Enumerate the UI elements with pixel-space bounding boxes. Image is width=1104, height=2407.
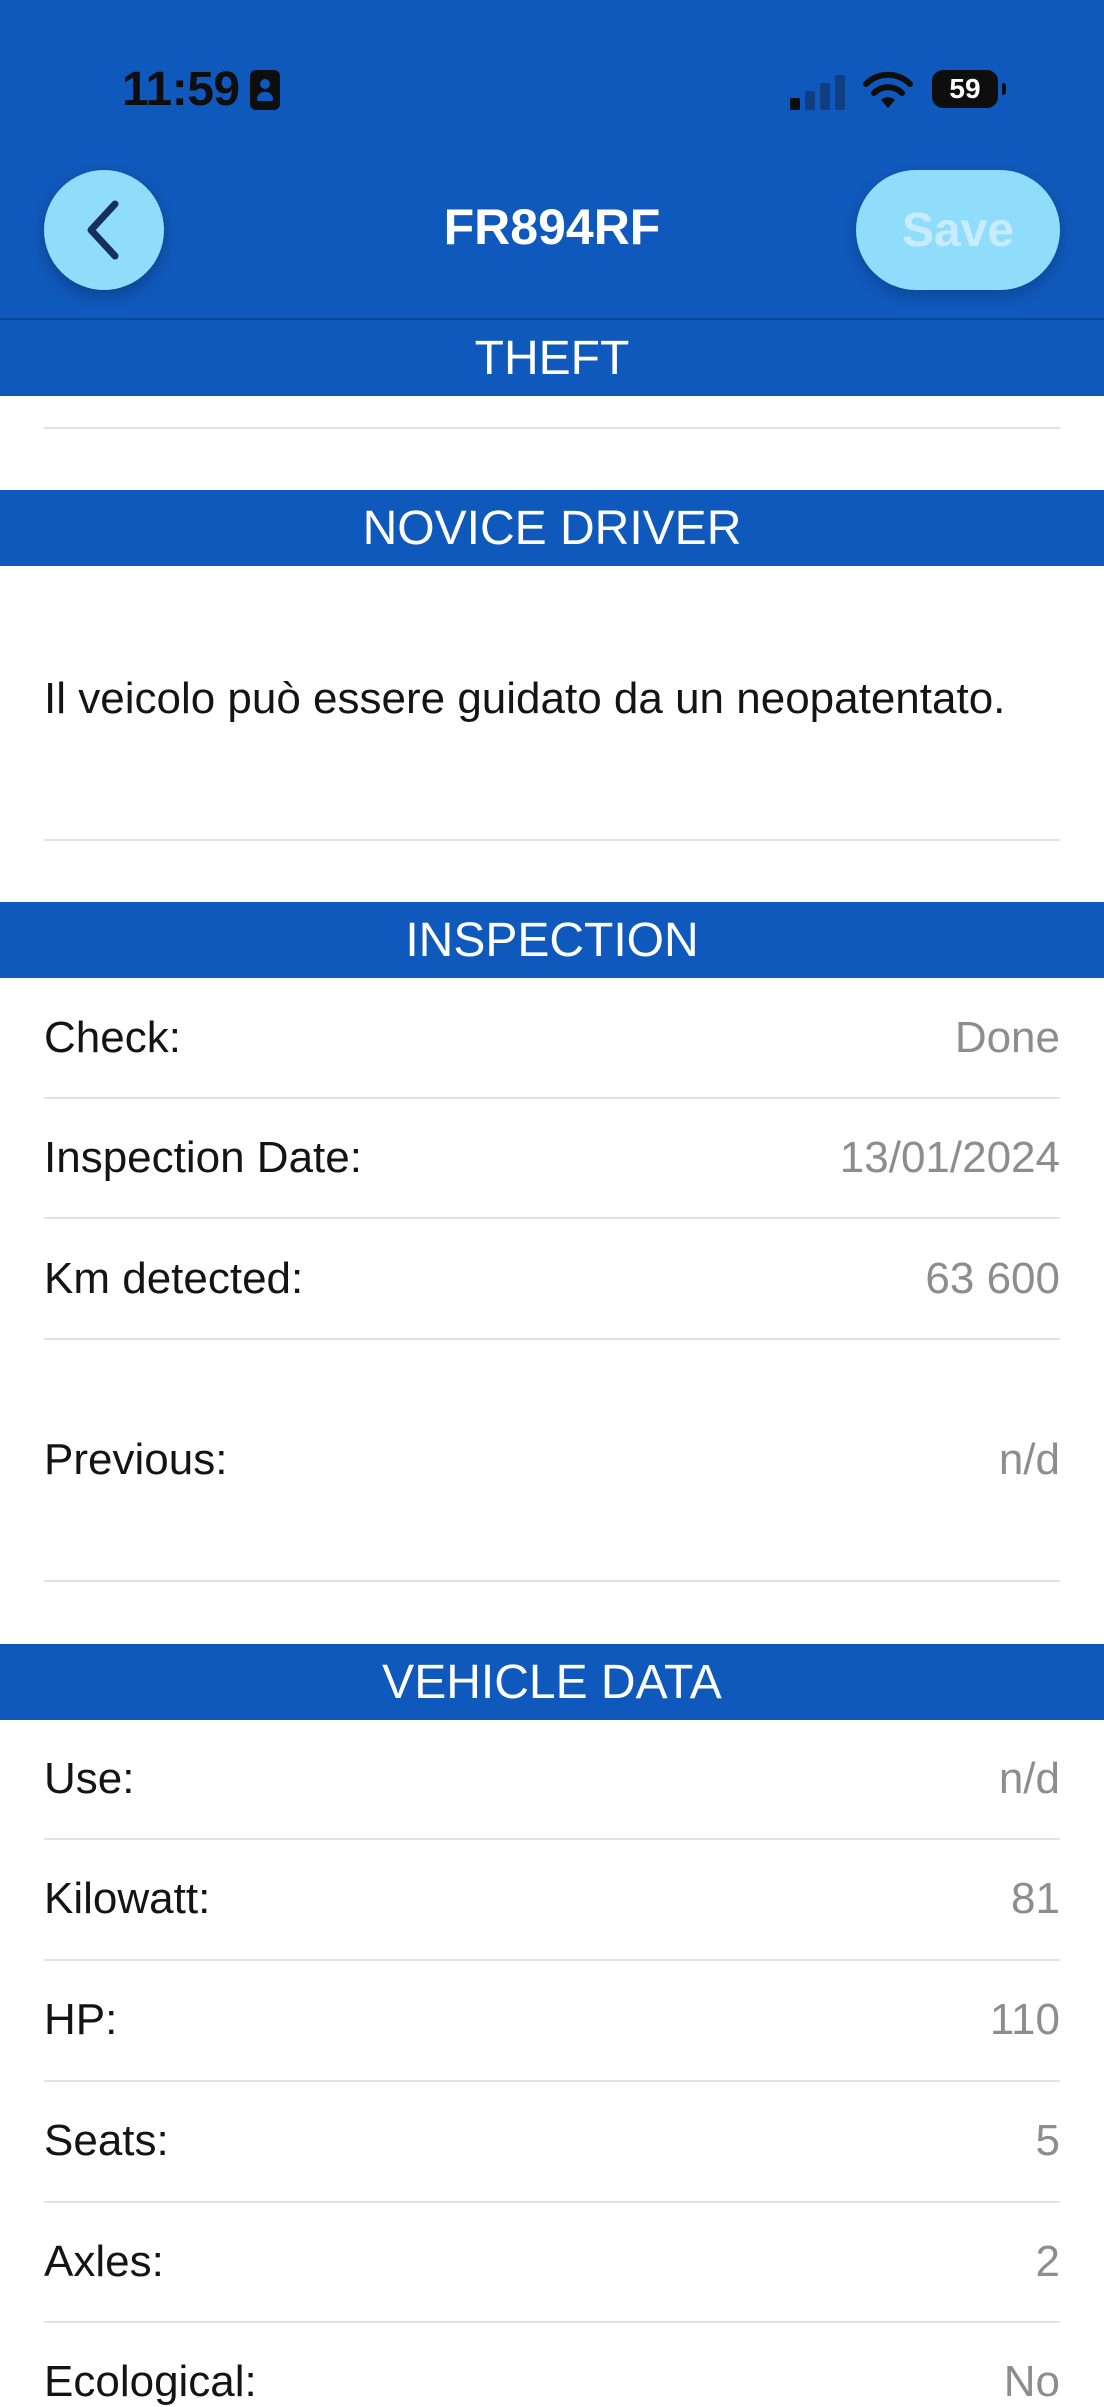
- hp-value: 110: [989, 1995, 1060, 2044]
- divider: [44, 427, 1060, 429]
- inspection-date-value: 13/01/2024: [839, 1133, 1060, 1182]
- divider: [44, 1838, 1060, 1840]
- seats-value: 5: [1035, 2116, 1060, 2165]
- seats-label: Seats:: [44, 2116, 169, 2165]
- use-value: n/d: [998, 1754, 1060, 1803]
- divider: [44, 1097, 1060, 1099]
- section-header-theft: THEFT: [0, 320, 1104, 396]
- check-value: Done: [954, 1013, 1060, 1062]
- cellular-signal-icon: [790, 74, 846, 110]
- divider: [44, 2201, 1060, 2203]
- kilowatt-label: Kilowatt:: [44, 1874, 211, 1923]
- kilowatt-value: 81: [1011, 1874, 1060, 1923]
- divider: [44, 2321, 1060, 2323]
- divider: [44, 1338, 1060, 1340]
- inspection-date-label: Inspection Date:: [44, 1133, 362, 1182]
- status-time: 11:59: [122, 63, 240, 116]
- previous-value: n/d: [998, 1435, 1060, 1484]
- section-header-novice-driver: NOVICE DRIVER: [0, 490, 1104, 566]
- divider: [44, 1580, 1060, 1582]
- save-button[interactable]: Save: [856, 170, 1060, 290]
- id-badge-icon: [250, 70, 280, 110]
- hp-label: HP:: [44, 1995, 118, 2044]
- section-header-vehicle-data: VEHICLE DATA: [0, 1644, 1104, 1720]
- navigation-bar: 11:59 59 FR894RF Save: [0, 0, 1104, 318]
- novice-driver-note: Il veicolo può essere guidato da un neop…: [44, 674, 1006, 723]
- divider: [44, 839, 1060, 841]
- divider: [44, 1217, 1060, 1219]
- wifi-icon: [863, 71, 913, 108]
- km-detected-label: Km detected:: [44, 1254, 304, 1303]
- divider: [44, 1959, 1060, 1961]
- km-detected-value: 63 600: [925, 1254, 1060, 1303]
- previous-label: Previous:: [44, 1435, 228, 1484]
- divider: [44, 2080, 1060, 2082]
- check-label: Check:: [44, 1013, 181, 1062]
- axles-label: Axles:: [44, 2237, 164, 2286]
- axles-value: 2: [1035, 2237, 1060, 2286]
- section-header-inspection: INSPECTION: [0, 902, 1104, 978]
- use-label: Use:: [44, 1754, 135, 1803]
- battery-icon: 59: [932, 70, 1006, 108]
